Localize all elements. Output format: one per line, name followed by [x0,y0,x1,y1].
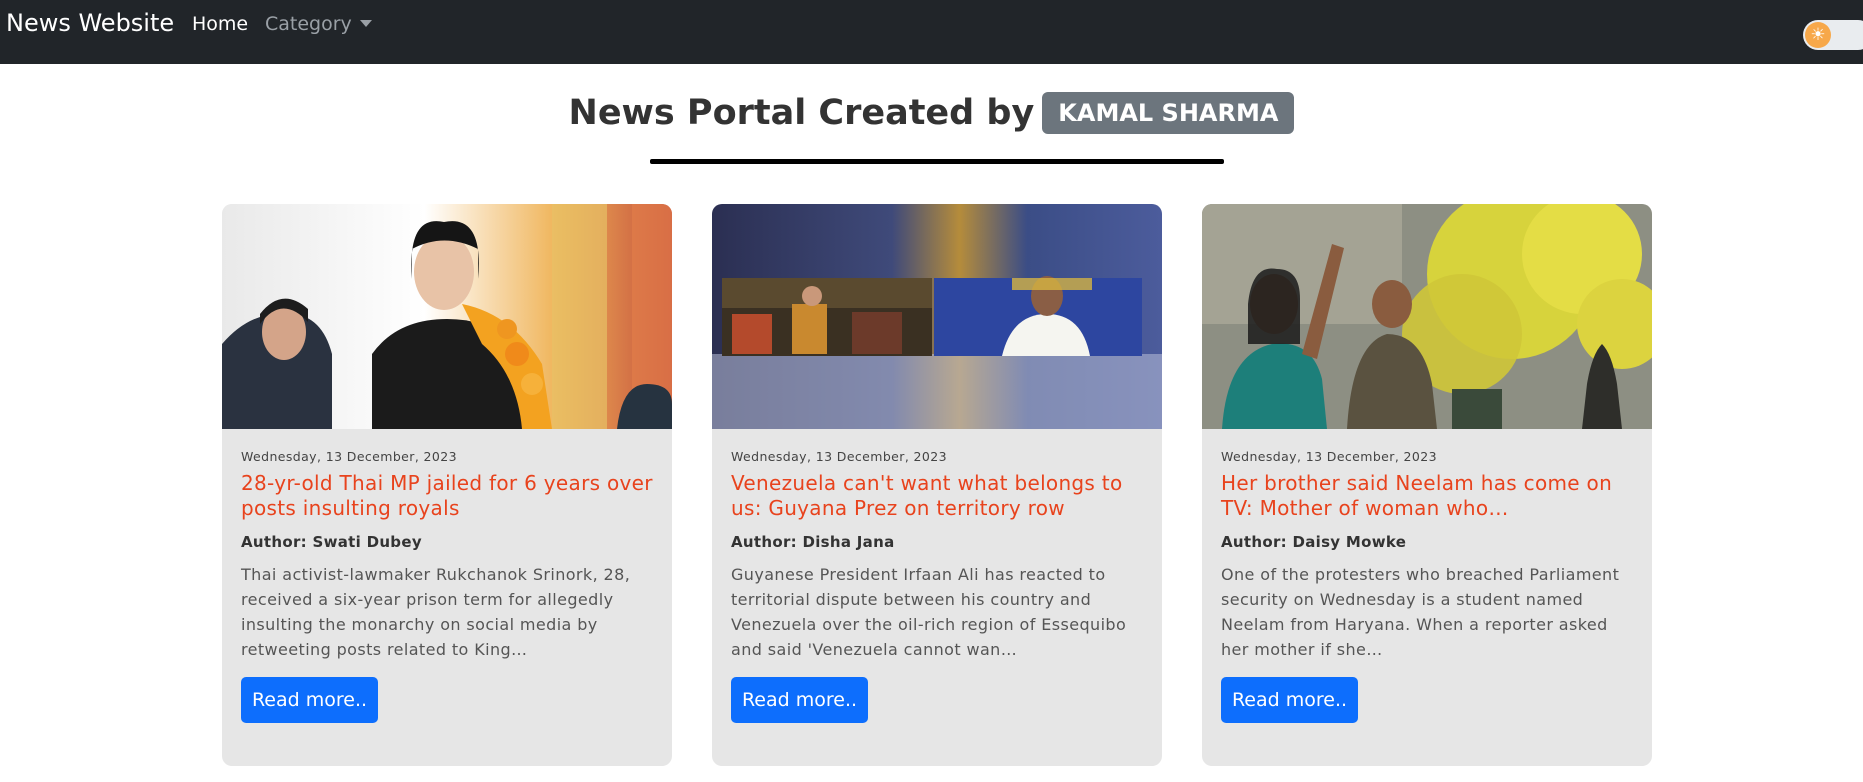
chevron-down-icon [359,20,372,27]
news-author: Author: Disha Jana [731,533,895,551]
news-description: Thai activist-lawmaker Rukchanok Srinork… [241,565,631,659]
read-more-button[interactable]: Read more.. [241,677,378,723]
nav-category-label: Category [265,13,352,35]
read-more-button[interactable]: Read more.. [1221,677,1358,723]
news-card-image[interactable] [712,204,1162,429]
news-card-image[interactable] [222,204,672,429]
brand-link[interactable]: News Website [6,8,174,38]
nav-home-link[interactable]: Home [192,12,248,36]
news-description: Guyanese President Irfaan Ali has reacte… [731,565,1127,659]
news-date: Wednesday, 13 December, 2023 [1221,449,1437,464]
author-badge: KAMAL SHARMA [1042,92,1295,134]
title-divider [650,159,1224,164]
news-card-body: Wednesday, 13 December, 2023 28-yr-old T… [241,449,653,662]
news-date: Wednesday, 13 December, 2023 [241,449,457,464]
news-card-grid: Wednesday, 13 December, 2023 28-yr-old T… [222,204,1652,766]
sun-icon: ☀ [1805,22,1831,48]
news-author: Author: Swati Dubey [241,533,422,551]
news-card-body: Wednesday, 13 December, 2023 Venezuela c… [731,449,1143,662]
news-card: Wednesday, 13 December, 2023 Her brother… [1202,204,1652,766]
theme-toggle[interactable]: ☀ [1803,20,1863,50]
news-card: Wednesday, 13 December, 2023 28-yr-old T… [222,204,672,766]
news-title[interactable]: 28-yr-old Thai MP jailed for 6 years ove… [241,471,653,521]
read-more-button[interactable]: Read more.. [731,677,868,723]
page-title-text: News Portal Created by [568,93,1035,133]
news-title[interactable]: Her brother said Neelam has come on TV: … [1221,471,1633,521]
news-card-body: Wednesday, 13 December, 2023 Her brother… [1221,449,1633,662]
nav-category-dropdown[interactable]: Category [265,12,372,36]
news-author: Author: Daisy Mowke [1221,533,1407,551]
news-title[interactable]: Venezuela can't want what belongs to us:… [731,471,1143,521]
page-title: News Portal Created by KAMAL SHARMA [0,92,1863,134]
navbar: News Website Home Category ☀ [0,0,1863,64]
news-card-image[interactable] [1202,204,1652,429]
news-description: One of the protesters who breached Parli… [1221,565,1620,659]
news-date: Wednesday, 13 December, 2023 [731,449,947,464]
news-card: Wednesday, 13 December, 2023 Venezuela c… [712,204,1162,766]
